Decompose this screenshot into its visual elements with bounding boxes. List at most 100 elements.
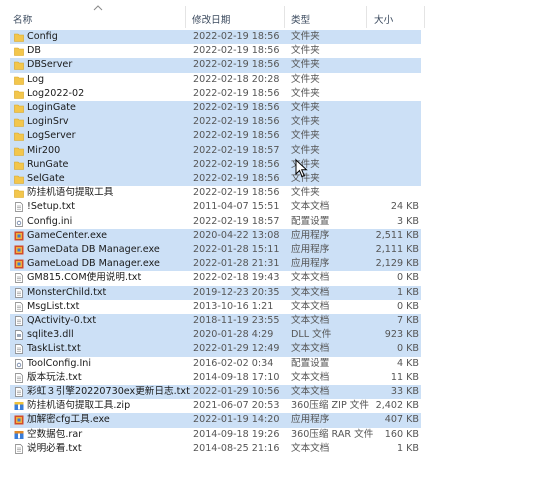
file-row[interactable]: 空数据包.rar 2014-09-18 19:26 360压缩 RAR 文件 160 … — [0, 428, 554, 442]
file-row[interactable]: Log 2022-02-18 20:28 文件夹 — [0, 73, 554, 87]
file-name: Config — [27, 31, 58, 42]
text-file-icon — [15, 387, 23, 397]
file-type: 应用程序 — [291, 244, 330, 255]
sort-ascending-icon[interactable] — [93, 4, 103, 12]
file-date: 2022-02-19 18:56 — [193, 187, 280, 199]
file-row[interactable]: ToolConfig.Ini 2016-02-02 0:34 配置设置 4 KB — [0, 357, 554, 371]
file-row[interactable]: 版本玩法.txt 2014-09-18 17:10 文本文档 11 KB — [0, 371, 554, 385]
file-date: 2019-12-23 20:35 — [193, 286, 280, 298]
dll-file-icon — [15, 330, 23, 341]
file-name: MonsterChild.txt — [27, 286, 107, 298]
folder-icon — [14, 76, 24, 85]
column-divider[interactable] — [185, 6, 186, 28]
folder-icon — [14, 90, 24, 99]
column-divider[interactable] — [366, 6, 367, 28]
column-header-size[interactable]: 大小 — [374, 12, 393, 26]
file-row[interactable]: GameData DB Manager.exe 2022-01-28 15:11 应… — [0, 243, 554, 258]
column-header-date[interactable]: 修改日期 — [192, 12, 230, 26]
file-type: 应用程序 — [291, 258, 330, 270]
file-type: 360压缩 RAR 文件 — [291, 428, 374, 440]
file-name: 防挂机语句提取工具 — [27, 187, 114, 199]
column-header-name[interactable]: 名称 — [13, 12, 32, 26]
file-name: MsgList.txt — [27, 300, 80, 312]
column-divider[interactable] — [284, 6, 285, 28]
file-type: 文件夹 — [291, 87, 320, 99]
file-name: GameData DB Manager.exe — [27, 244, 160, 255]
file-row[interactable]: TaskList.txt 2022-01-29 12:49 文本文档 0 KB — [0, 342, 554, 357]
file-row[interactable]: QActivity-0.txt 2018-11-19 23:55 文本文档 7 KB — [0, 314, 554, 329]
file-row[interactable]: DB 2022-02-19 18:56 文件夹 — [0, 44, 554, 58]
file-name: LoginSrv — [27, 116, 69, 128]
file-date: 2022-01-28 21:31 — [193, 258, 280, 270]
folder-icon — [14, 33, 24, 42]
column-header-bar: 名称 修改日期 类型 大小 — [0, 0, 554, 30]
file-row[interactable]: sqlite3.dll 2020-01-28 4:29 DLL 文件 923 KB — [0, 328, 554, 343]
file-type: 文本文档 — [291, 386, 330, 397]
file-name: Mir200 — [27, 144, 61, 156]
file-size: 0 KB — [396, 272, 419, 284]
file-row[interactable]: Config 2022-02-19 18:56 文件夹 — [0, 30, 554, 45]
file-type: 文件夹 — [291, 31, 320, 42]
file-row[interactable]: GameLoad DB Manager.exe 2022-01-28 21:31 应… — [0, 257, 554, 272]
file-date: 2022-02-19 18:56 — [193, 158, 280, 170]
file-row[interactable]: GM815.COM使用说明.txt 2022-02-18 19:43 文本文档 0 K… — [0, 271, 554, 285]
file-name: SelGate — [27, 173, 65, 184]
file-date: 2022-02-19 18:56 — [193, 102, 280, 113]
file-type: 文本文档 — [291, 201, 330, 213]
file-row[interactable]: RunGate 2022-02-19 18:56 文件夹 — [0, 157, 554, 172]
file-size: 407 KB — [384, 414, 419, 426]
file-size: 160 KB — [384, 428, 419, 440]
file-row[interactable]: !Setup.txt 2011-04-07 15:51 文本文档 24 KB — [0, 200, 554, 214]
folder-icon — [14, 62, 24, 71]
file-type: 配置设置 — [291, 357, 330, 369]
file-row[interactable]: 说明必看.txt 2014-08-25 21:16 文本文档 1 KB — [0, 442, 554, 456]
file-row[interactable]: Config.ini 2022-02-19 18:57 配置设置 3 KB — [0, 215, 554, 229]
file-row[interactable]: GameCenter.exe 2020-04-22 13:08 应用程序 2,511 … — [0, 228, 554, 243]
file-date: 2022-02-19 18:56 — [193, 130, 280, 142]
file-type: 文本文档 — [291, 442, 330, 454]
column-divider[interactable] — [424, 6, 425, 28]
file-size: 11 KB — [390, 371, 419, 383]
mouse-cursor-icon — [295, 159, 308, 178]
file-size: 2,511 KB — [375, 229, 419, 241]
file-type: 360压缩 ZIP 文件 — [291, 400, 369, 412]
file-row[interactable]: MonsterChild.txt 2019-12-23 20:35 文本文档 1 KB — [0, 285, 554, 300]
file-row[interactable]: Log2022-02 2022-02-19 18:56 文件夹 — [0, 87, 554, 101]
file-date: 2014-09-18 17:10 — [193, 371, 280, 383]
file-name: 空数据包.rar — [27, 428, 83, 440]
file-name: DB — [27, 45, 41, 57]
file-row[interactable]: 防挂机语句提取工具.zip 2021-06-07 20:53 360压缩 ZIP 文… — [0, 399, 554, 413]
file-type: 文本文档 — [291, 343, 330, 355]
file-row[interactable]: 加解密cfg工具.exe 2022-01-19 14:20 应用程序 407 KB — [0, 413, 554, 428]
file-row[interactable]: Mir200 2022-02-19 18:57 文件夹 — [0, 143, 554, 158]
file-size: 2,111 KB — [375, 244, 419, 255]
file-size: 2,402 KB — [375, 400, 419, 412]
file-row[interactable]: LogServer 2022-02-19 18:56 文件夹 — [0, 129, 554, 144]
file-row[interactable]: MsgList.txt 2013-10-16 1:21 文本文档 0 KB — [0, 300, 554, 314]
file-type: 文件夹 — [291, 45, 320, 57]
file-date: 2022-02-19 18:56 — [193, 59, 280, 71]
column-header-type[interactable]: 类型 — [291, 12, 310, 26]
file-size: 7 KB — [396, 315, 419, 326]
file-row[interactable]: 防挂机语句提取工具 2022-02-19 18:56 文件夹 — [0, 186, 554, 200]
config-file-icon — [15, 358, 23, 369]
exe-icon — [14, 231, 24, 241]
file-row[interactable]: SelGate 2022-02-19 18:56 文件夹 — [0, 172, 554, 187]
file-type: 文件夹 — [291, 116, 320, 128]
file-size: 1 KB — [396, 286, 419, 298]
file-size: 0 KB — [396, 300, 419, 312]
file-row[interactable]: 彩虹３引擎20220730ex更新日志.txt 2022-01-29 10:56 文… — [0, 385, 554, 400]
file-date: 2022-01-28 15:11 — [193, 244, 280, 255]
file-name: GameLoad DB Manager.exe — [27, 258, 160, 270]
file-row[interactable]: LoginGate 2022-02-19 18:56 文件夹 — [0, 101, 554, 116]
exe-icon — [14, 245, 24, 255]
file-name: QActivity-0.txt — [27, 315, 97, 326]
file-row[interactable]: DBServer 2022-02-19 18:56 文件夹 — [0, 58, 554, 73]
folder-icon — [14, 147, 24, 156]
file-type: 应用程序 — [291, 229, 330, 241]
file-row[interactable]: LoginSrv 2022-02-19 18:56 文件夹 — [0, 115, 554, 130]
exe-icon — [14, 415, 24, 425]
folder-icon — [14, 118, 24, 127]
file-type: 文本文档 — [291, 315, 330, 326]
file-type: 文本文档 — [291, 371, 330, 383]
